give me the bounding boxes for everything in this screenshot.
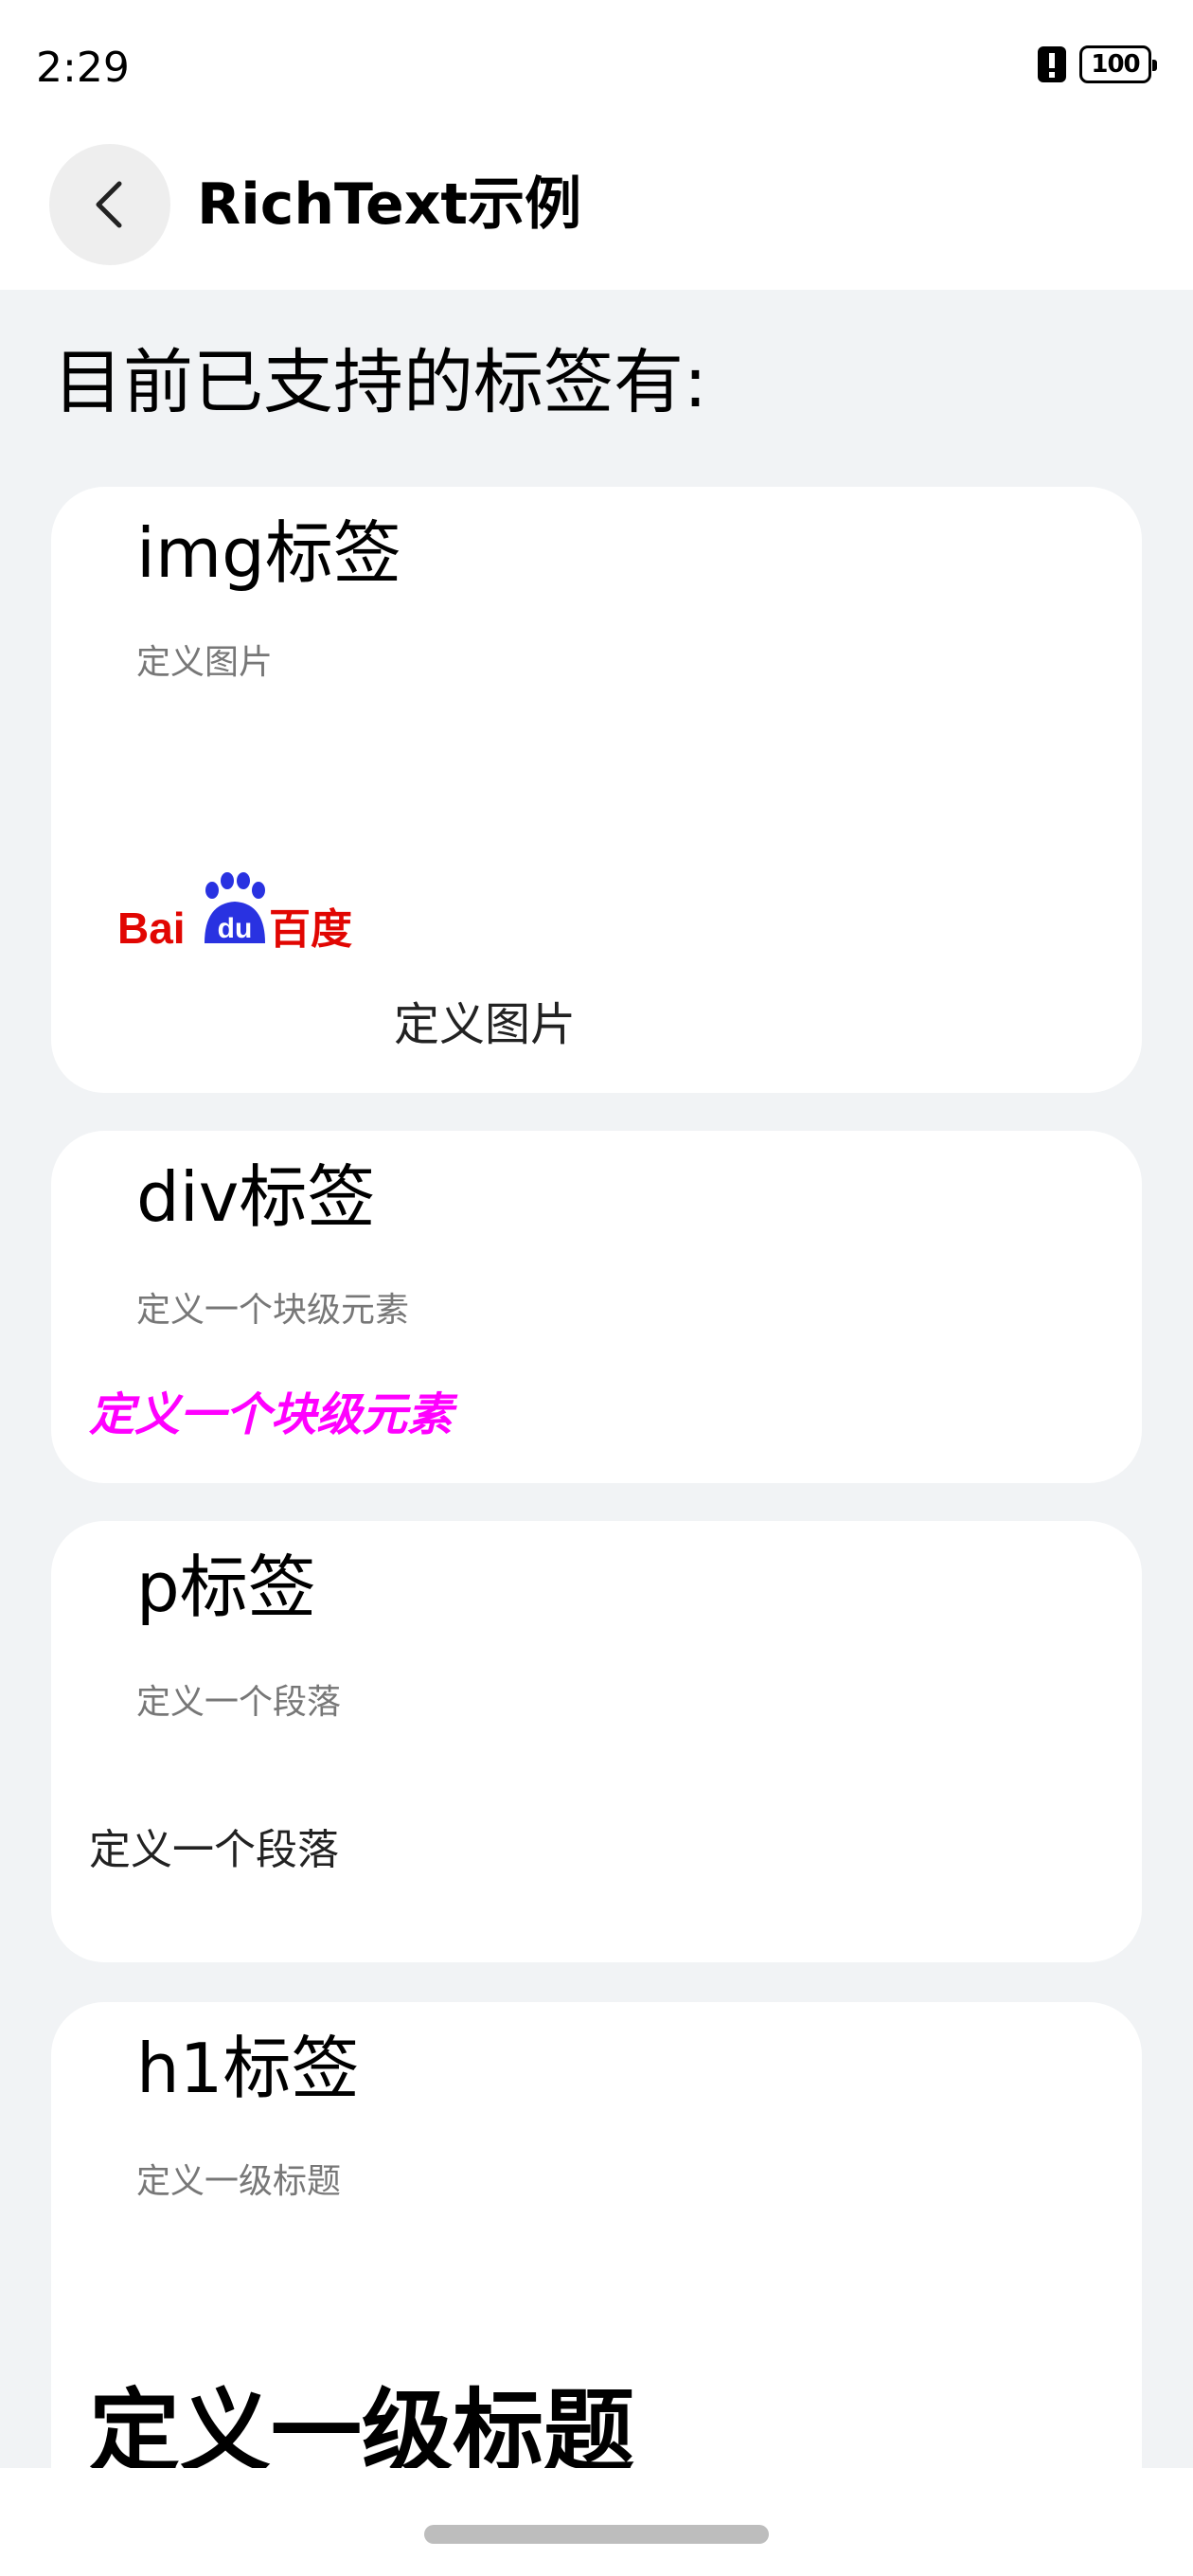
card-h1: h1标签 定义一级标题 定义一级标题 [51, 2002, 1142, 2468]
card-div: div标签 定义一个块级元素 定义一个块级元素 [51, 1131, 1142, 1483]
battery-icon: 100 [1079, 45, 1157, 83]
title-bar: RichText示例 [0, 133, 1193, 290]
div-rendered-content: 定义一个块级元素 [89, 1388, 454, 1441]
status-icons: 100 [1038, 45, 1157, 83]
card-title: h1标签 [136, 2029, 360, 2108]
status-bar: 2:29 100 [0, 0, 1193, 133]
card-p: p标签 定义一个段落 定义一个段落 [51, 1521, 1142, 1962]
battery-level: 100 [1091, 50, 1140, 79]
card-description: 定义一级标题 [136, 2162, 342, 2201]
page-title: RichText示例 [197, 171, 582, 238]
paw-icon: du [205, 872, 265, 944]
card-title: img标签 [136, 513, 401, 593]
section-heading: 目前已支持的标签有: [53, 342, 707, 423]
status-time: 2:29 [36, 44, 130, 92]
chevron-left-icon [96, 181, 122, 228]
baidu-logo-text-left: Bai [117, 903, 186, 953]
navigation-bar [0, 2468, 1193, 2576]
card-description: 定义图片 [136, 643, 274, 682]
img-caption: 定义图片 [394, 998, 577, 1051]
card-description: 定义一个段落 [136, 1683, 342, 1722]
back-button[interactable] [49, 144, 170, 265]
baidu-logo-image: Bai du 百度 [117, 872, 352, 953]
baidu-logo-text-right: 百度 [269, 905, 352, 953]
card-title: p标签 [136, 1547, 316, 1627]
card-img: img标签 定义图片 Bai du 百度 定义图片 [51, 487, 1142, 1093]
h1-rendered-content: 定义一级标题 [89, 2379, 634, 2468]
p-rendered-content: 定义一个段落 [89, 1826, 339, 1874]
content-scroll-area[interactable]: 目前已支持的标签有: img标签 定义图片 Bai du 百度 定义图片 div… [0, 290, 1193, 2468]
sim-alert-icon [1038, 46, 1066, 82]
baidu-logo-text-paw: du [218, 913, 253, 944]
card-title: div标签 [136, 1157, 376, 1237]
card-description: 定义一个块级元素 [136, 1291, 410, 1330]
home-indicator[interactable] [424, 2525, 769, 2544]
